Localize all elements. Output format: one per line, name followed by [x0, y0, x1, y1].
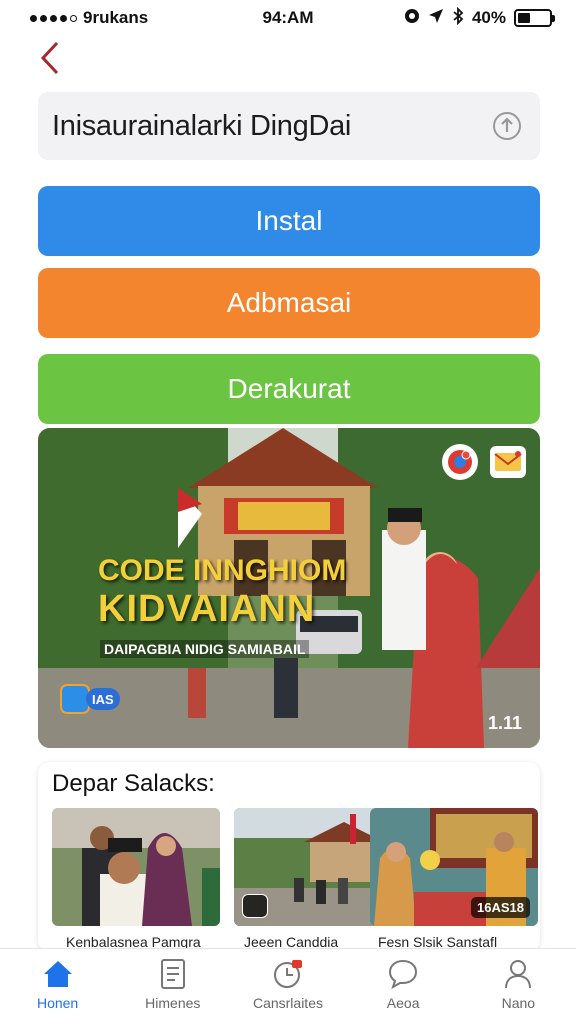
- tab-label: Himenes: [145, 995, 201, 1011]
- carrier-group: 9rukans: [30, 8, 148, 28]
- hero-banner[interactable]: CODE INNGHIOM KIDVAIANN DAIPAGBIA NIDIG …: [38, 428, 540, 748]
- thumbnail-photo: [52, 808, 220, 926]
- chevron-left-icon: [40, 41, 59, 75]
- battery-icon: [514, 9, 555, 27]
- tab-documents[interactable]: Himenes: [123, 957, 223, 1011]
- play-icon: [242, 894, 268, 918]
- related-section: Depar Salacks: Kenbalasnea Pamgra Jeeen …: [38, 762, 540, 952]
- hero-badge: IAS: [60, 684, 120, 714]
- tab-label: Honen: [36, 995, 79, 1011]
- mail-icon[interactable]: [490, 446, 526, 478]
- tab-calendar[interactable]: Cansrlaites: [238, 957, 338, 1011]
- chrome-icon[interactable]: [442, 444, 478, 480]
- location-arrow-icon: [428, 8, 444, 29]
- section-title: Depar Salacks:: [52, 770, 215, 797]
- signal-dots-icon: [30, 14, 77, 22]
- upload-icon[interactable]: [490, 109, 524, 143]
- carrier-name: 9rukans: [83, 8, 149, 27]
- tab-profile[interactable]: Nano: [468, 957, 568, 1011]
- search-input[interactable]: Inisaurainalarki DingDai: [38, 92, 540, 160]
- tab-label: Cansrlaites: [252, 995, 323, 1011]
- status-right-group: 40%: [404, 6, 555, 30]
- tab-chat[interactable]: Aeoa: [353, 957, 453, 1011]
- hero-title-line-2: KIDVAIANN: [98, 588, 316, 630]
- profile-icon: [501, 957, 535, 991]
- document-icon: [156, 957, 190, 991]
- tab-label: Nano: [501, 995, 536, 1011]
- thumbnail-card[interactable]: [52, 808, 220, 926]
- status-bar: 9rukans 94:AM 40%: [0, 0, 576, 36]
- tab-home[interactable]: Honen: [8, 957, 108, 1011]
- alarm-icon: [404, 8, 420, 29]
- tab-label: Aeoa: [386, 995, 420, 1011]
- hero-badge-label: IAS: [86, 688, 120, 710]
- install-button[interactable]: Instal: [38, 186, 540, 256]
- hero-corner-label: 1.11: [487, 713, 522, 733]
- bottom-tab-bar: Honen Himenes Cansrlaites Aeoa Nano: [0, 948, 576, 1024]
- calendar-icon: [271, 957, 305, 991]
- battery-percent: 40%: [471, 8, 506, 27]
- thumbnail-tag: 16AS18: [471, 897, 530, 918]
- home-icon: [41, 957, 75, 991]
- bluetooth-icon: [452, 6, 464, 30]
- hero-title-line-1: CODE INNGHIOM: [98, 554, 347, 587]
- thumbnail-card[interactable]: 16AS18: [370, 808, 538, 926]
- back-button[interactable]: [32, 38, 68, 78]
- derak-button[interactable]: Derakurat: [38, 354, 540, 424]
- search-input-value[interactable]: Inisaurainalarki DingDai: [52, 110, 351, 143]
- chat-icon: [386, 957, 420, 991]
- admin-button[interactable]: Adbmasai: [38, 268, 540, 338]
- hero-subtitle: DAIPAGBIA NIDIG SAMIABAIL: [100, 640, 310, 658]
